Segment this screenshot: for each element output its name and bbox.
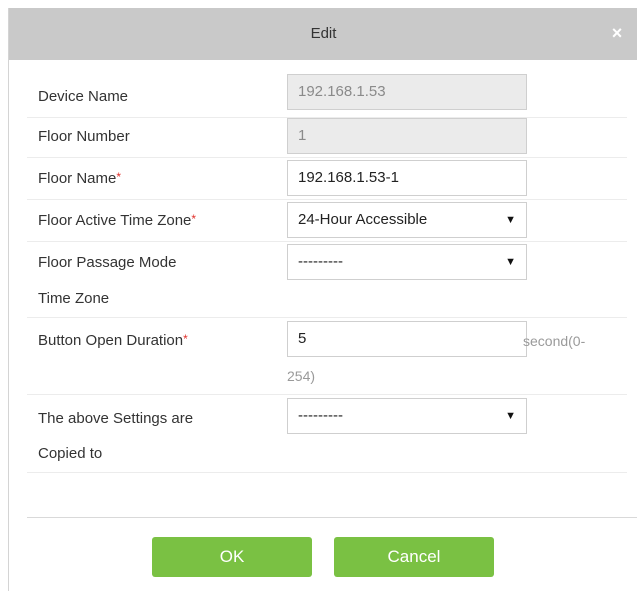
dialog-title: Edit [310, 25, 337, 42]
cancel-button[interactable]: Cancel [334, 537, 494, 577]
button-open-duration-input[interactable]: 5 [287, 321, 527, 357]
footer-divider [27, 517, 637, 518]
row-divider [27, 199, 627, 200]
active-time-zone-select[interactable]: 24-Hour Accessible ▼ [287, 202, 527, 238]
device-name-label: Device Name [38, 88, 128, 105]
floor-name-label: Floor Name* [38, 170, 121, 187]
row-divider [27, 241, 627, 242]
duration-range-hint-line1: second(0- [523, 333, 586, 349]
device-name-label-text: Device Name [38, 88, 129, 105]
row-divider [27, 394, 627, 395]
chevron-down-icon: ▼ [505, 410, 516, 422]
passage-mode-value: --------- [298, 253, 343, 270]
edit-dialog: Edit × Device Name 192.168.1.53 Floor Nu… [8, 8, 637, 591]
close-icon[interactable]: × [606, 22, 628, 44]
copy-settings-select[interactable]: --------- ▼ [287, 398, 527, 434]
chevron-down-icon: ▼ [505, 214, 516, 226]
passage-mode-time-zone-select[interactable]: --------- ▼ [287, 244, 527, 280]
floor-name-label-text: Floor Name [38, 170, 117, 187]
copy-settings-label-line1: The above Settings are [38, 410, 194, 427]
floor-number-label: Floor Number [38, 128, 130, 145]
copy-settings-label-line2: Copied to [38, 445, 103, 462]
button-open-duration-label-text: Button Open Duration [38, 332, 184, 349]
duration-range-hint-line2: 254) [287, 368, 316, 384]
required-marker: * [183, 332, 188, 346]
active-time-zone-label-text: Floor Active Time Zone [38, 212, 192, 229]
ok-button[interactable]: OK [152, 537, 312, 577]
row-divider [27, 317, 627, 318]
active-time-zone-label: Floor Active Time Zone* [38, 212, 196, 229]
floor-number-label-text: Floor Number [38, 128, 130, 145]
required-marker: * [116, 170, 122, 184]
passage-mode-label-line2: Time Zone [38, 290, 110, 307]
device-name-field: 192.168.1.53 [287, 74, 527, 110]
row-divider [27, 472, 627, 473]
active-time-zone-value: 24-Hour Accessible [298, 211, 428, 228]
floor-number-field: 1 [287, 118, 527, 154]
dialog-titlebar: Edit × [9, 8, 637, 60]
copy-settings-value: --------- [298, 407, 343, 424]
row-divider [27, 157, 627, 158]
required-marker: * [191, 212, 197, 226]
passage-mode-label-line1: Floor Passage Mode [38, 254, 177, 271]
floor-name-input[interactable]: 192.168.1.53-1 [287, 160, 527, 196]
button-open-duration-label: Button Open Duration* [38, 332, 188, 349]
chevron-down-icon: ▼ [505, 256, 516, 268]
